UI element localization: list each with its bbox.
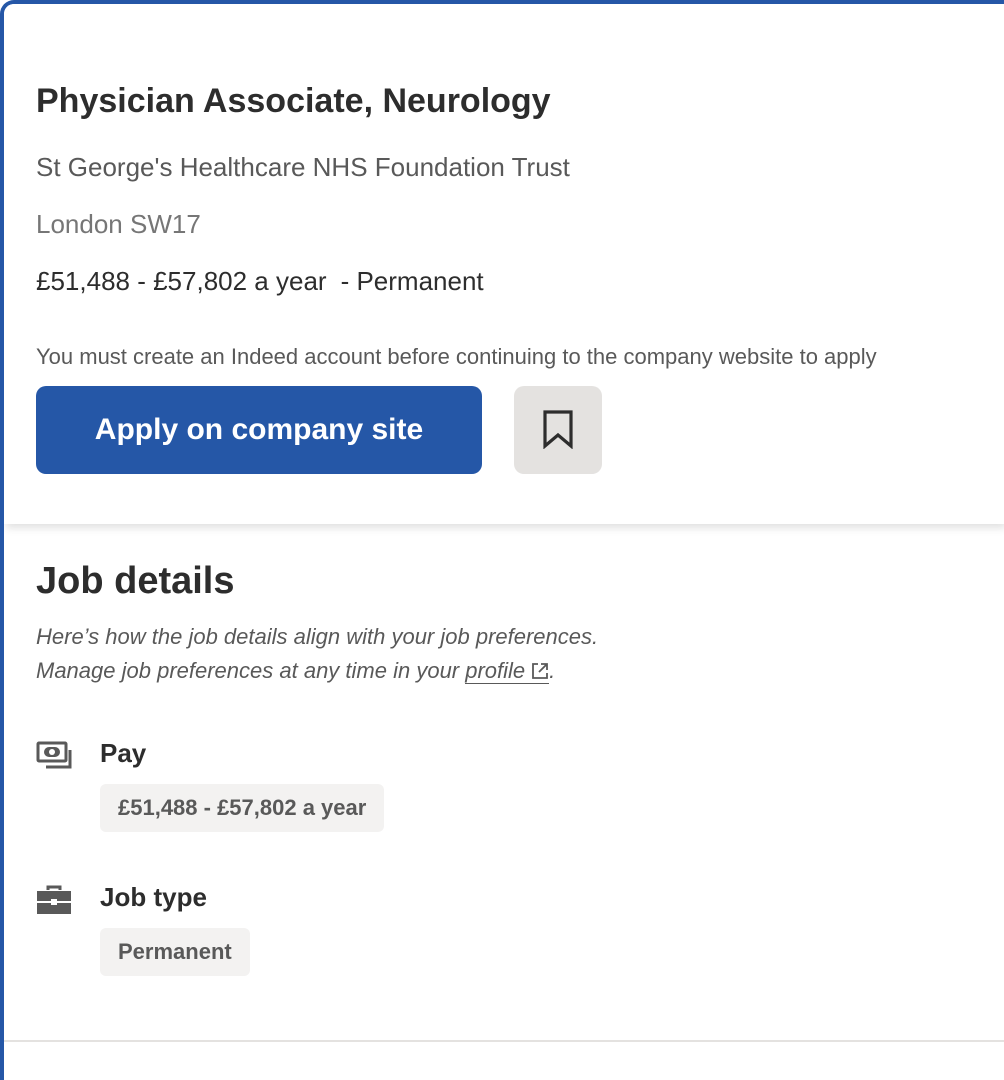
profile-link[interactable]: profile (465, 658, 550, 684)
apply-on-company-site-button[interactable]: Apply on company site (36, 386, 482, 474)
job-details-title: Job details (36, 560, 235, 602)
job-header: Physician Associate, Neurology St George… (4, 4, 1004, 524)
preferences-note-line1: Here’s how the job details align with yo… (36, 624, 599, 649)
briefcase-icon (36, 884, 74, 916)
company-name[interactable]: St George's Healthcare NHS Foundation Tr… (36, 152, 570, 183)
profile-link-label: profile (465, 658, 526, 683)
save-job-button[interactable] (514, 386, 602, 474)
job-type-chip[interactable]: Permanent (100, 928, 250, 976)
account-note: You must create an Indeed account before… (36, 344, 877, 369)
job-details-section: Job details Here’s how the job details a… (4, 524, 1004, 1080)
bookmark-icon (541, 409, 575, 452)
external-link-icon (531, 656, 549, 690)
job-location: London SW17 (36, 209, 201, 239)
preferences-note-line2: Manage job preferences at any time in yo… (36, 654, 598, 690)
job-title: Physician Associate, Neurology (36, 82, 551, 120)
job-panel: Physician Associate, Neurology St George… (0, 0, 1004, 1080)
employment-type-text: - Permanent (340, 266, 484, 296)
money-icon (36, 740, 74, 772)
salary-line: £51,488 - £57,802 a year - Permanent (36, 266, 484, 297)
job-type-label: Job type (100, 882, 207, 912)
section-divider (4, 1040, 1004, 1042)
pay-chip[interactable]: £51,488 - £57,802 a year (100, 784, 385, 832)
pay-label: Pay (100, 738, 147, 768)
salary-text: £51,488 - £57,802 a year (36, 266, 327, 296)
preferences-note: Here’s how the job details align with yo… (36, 620, 598, 690)
preferences-note-suffix: . (549, 658, 556, 683)
preferences-note-prefix: Manage job preferences at any time in yo… (36, 658, 466, 683)
